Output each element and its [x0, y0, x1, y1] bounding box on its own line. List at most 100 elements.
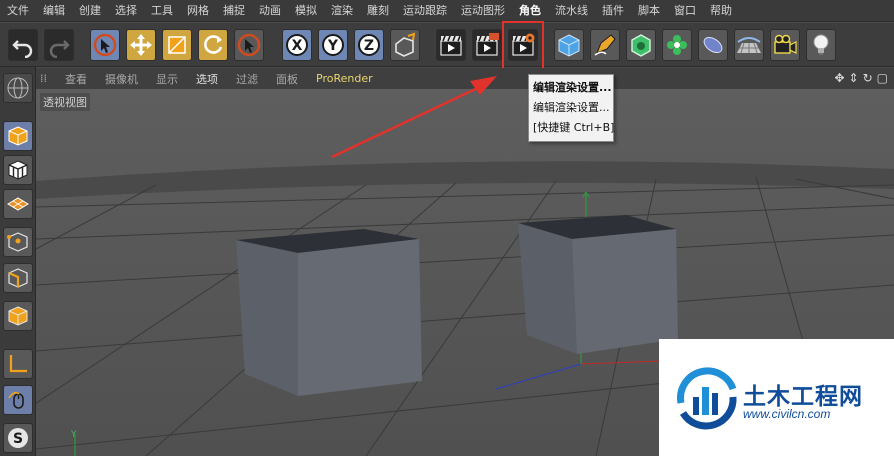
axis-icon — [9, 355, 27, 373]
viewport-header: ⁞⁞ 查看 摄像机 显示 选项 过滤 面板 ProRender ✥ ⇕ ↻ ▢ — [36, 68, 894, 89]
viewport-menu-filter[interactable]: 过滤 — [227, 71, 267, 87]
menu-simulate[interactable]: 模拟 — [288, 0, 324, 22]
menu-edit[interactable]: 编辑 — [36, 0, 72, 22]
model-cube-icon — [8, 126, 28, 146]
deformer-button[interactable] — [698, 29, 728, 61]
viewport-title: 透视视图 — [40, 93, 90, 111]
last-tool-button[interactable] — [234, 29, 264, 61]
tooltip: 编辑渲染设置... 编辑渲染设置... [快捷键 Ctrl+B] — [528, 74, 614, 142]
menu-select[interactable]: 选择 — [108, 0, 144, 22]
tooltip-title: 编辑渲染设置... — [533, 81, 612, 94]
highlight-box — [502, 21, 544, 71]
maximize-icon[interactable]: ▢ — [877, 71, 888, 85]
viewport-menu-panel[interactable]: 面板 — [267, 71, 307, 87]
left-palette: S — [0, 67, 36, 456]
menu-bar: 文件 编辑 创建 选择 工具 网格 捕捉 动画 模拟 渲染 雕刻 运动跟踪 运动… — [0, 0, 894, 22]
menu-create[interactable]: 创建 — [72, 0, 108, 22]
menu-file[interactable]: 文件 — [0, 0, 36, 22]
render-view-button[interactable] — [436, 29, 466, 61]
light-button[interactable] — [806, 29, 836, 61]
light-bulb-icon — [813, 34, 829, 55]
live-selection-button[interactable] — [90, 29, 120, 61]
checker-cube-icon — [8, 160, 28, 180]
scale-tool-button[interactable] — [162, 29, 192, 61]
menu-tools[interactable]: 工具 — [144, 0, 180, 22]
menu-character[interactable]: 角色 — [512, 0, 548, 22]
y-axis-button[interactable]: Y — [318, 29, 348, 61]
cube-object-left[interactable] — [236, 229, 422, 396]
mouse-icon — [8, 391, 24, 409]
floor-grid-icon — [737, 37, 761, 54]
z-axis-button[interactable]: Z — [354, 29, 384, 61]
camera-button[interactable] — [770, 29, 800, 61]
menu-animate[interactable]: 动画 — [252, 0, 288, 22]
cube-icon — [558, 34, 580, 57]
cube-object-button[interactable] — [554, 29, 584, 61]
axis-mode-button[interactable] — [3, 349, 33, 379]
spline-pen-button[interactable] — [590, 29, 620, 61]
cursor-select-icon — [93, 33, 117, 57]
menu-snap[interactable]: 捕捉 — [216, 0, 252, 22]
viewport-menu-view[interactable]: 查看 — [56, 71, 96, 87]
menu-window[interactable]: 窗口 — [667, 0, 703, 22]
cube-object-right[interactable] — [518, 215, 678, 354]
render-to-picture-viewer-button[interactable] — [472, 29, 502, 61]
redo-button[interactable] — [44, 29, 74, 61]
menu-help[interactable]: 帮助 — [703, 0, 739, 22]
tweak-mode-button[interactable] — [3, 385, 33, 415]
x-axis-button[interactable]: X — [282, 29, 312, 61]
menu-render[interactable]: 渲染 — [324, 0, 360, 22]
clapper-icon — [440, 35, 462, 56]
menu-pipeline[interactable]: 流水线 — [548, 0, 595, 22]
workplane-icon — [7, 197, 29, 211]
zoom-icon[interactable]: ⇕ — [849, 71, 859, 85]
move-tool-button[interactable] — [126, 29, 156, 61]
watermark: 土木工程网 www.civilcn.com — [659, 339, 894, 456]
y-axis-icon: Y — [322, 34, 344, 56]
svg-text:X: X — [292, 38, 303, 54]
undo-button[interactable] — [8, 29, 38, 61]
menu-plugins[interactable]: 插件 — [595, 0, 631, 22]
clapper-render-icon — [476, 33, 499, 56]
floor-button[interactable] — [734, 29, 764, 61]
viewport-nav: ✥ ⇕ ↻ ▢ — [834, 71, 888, 85]
menu-sculpt[interactable]: 雕刻 — [360, 0, 396, 22]
main-toolbar: X Y Z — [0, 23, 894, 67]
model-mode-button[interactable] — [3, 121, 33, 151]
cloner-button[interactable] — [662, 29, 692, 61]
redo-icon — [49, 40, 70, 58]
move-arrows-icon — [130, 34, 152, 56]
snap-button[interactable]: S — [3, 423, 33, 453]
scale-icon — [168, 36, 186, 54]
points-mode-button[interactable] — [3, 227, 33, 257]
workplane-mode-button[interactable] — [3, 189, 33, 219]
undo-icon — [12, 40, 33, 58]
edges-mode-button[interactable] — [3, 263, 33, 293]
texture-mode-button[interactable] — [3, 155, 33, 185]
z-axis-icon: Z — [358, 34, 380, 56]
cursor-last-icon — [237, 33, 261, 57]
menu-mesh[interactable]: 网格 — [180, 0, 216, 22]
viewport-menu-options[interactable]: 选项 — [187, 71, 227, 87]
viewport-menu-camera[interactable]: 摄像机 — [96, 71, 147, 87]
svg-text:S: S — [13, 431, 23, 447]
rotate-icon[interactable]: ↻ — [863, 71, 873, 85]
coordinate-system-icon — [395, 32, 416, 57]
cloner-icon — [667, 35, 687, 55]
viewport-menu-prorender[interactable]: ProRender — [307, 72, 382, 85]
subdivision-surface-button[interactable] — [626, 29, 656, 61]
sphere-wireframe-icon — [7, 77, 29, 99]
move-icon[interactable]: ✥ — [834, 71, 844, 85]
menu-mograph[interactable]: 运动图形 — [454, 0, 512, 22]
viewport-menu-display[interactable]: 显示 — [147, 71, 187, 87]
polygons-mode-button[interactable] — [3, 301, 33, 331]
snap-s-icon: S — [8, 428, 28, 448]
pen-icon — [594, 34, 616, 56]
coordinate-system-button[interactable] — [390, 29, 420, 61]
sphere-mode-button[interactable] — [3, 73, 33, 103]
svg-text:Z: Z — [364, 38, 374, 54]
menu-motion-tracking[interactable]: 运动跟踪 — [396, 0, 454, 22]
tooltip-shortcut: [快捷键 Ctrl+B] — [533, 121, 615, 134]
rotate-tool-button[interactable] — [198, 29, 228, 61]
menu-script[interactable]: 脚本 — [631, 0, 667, 22]
